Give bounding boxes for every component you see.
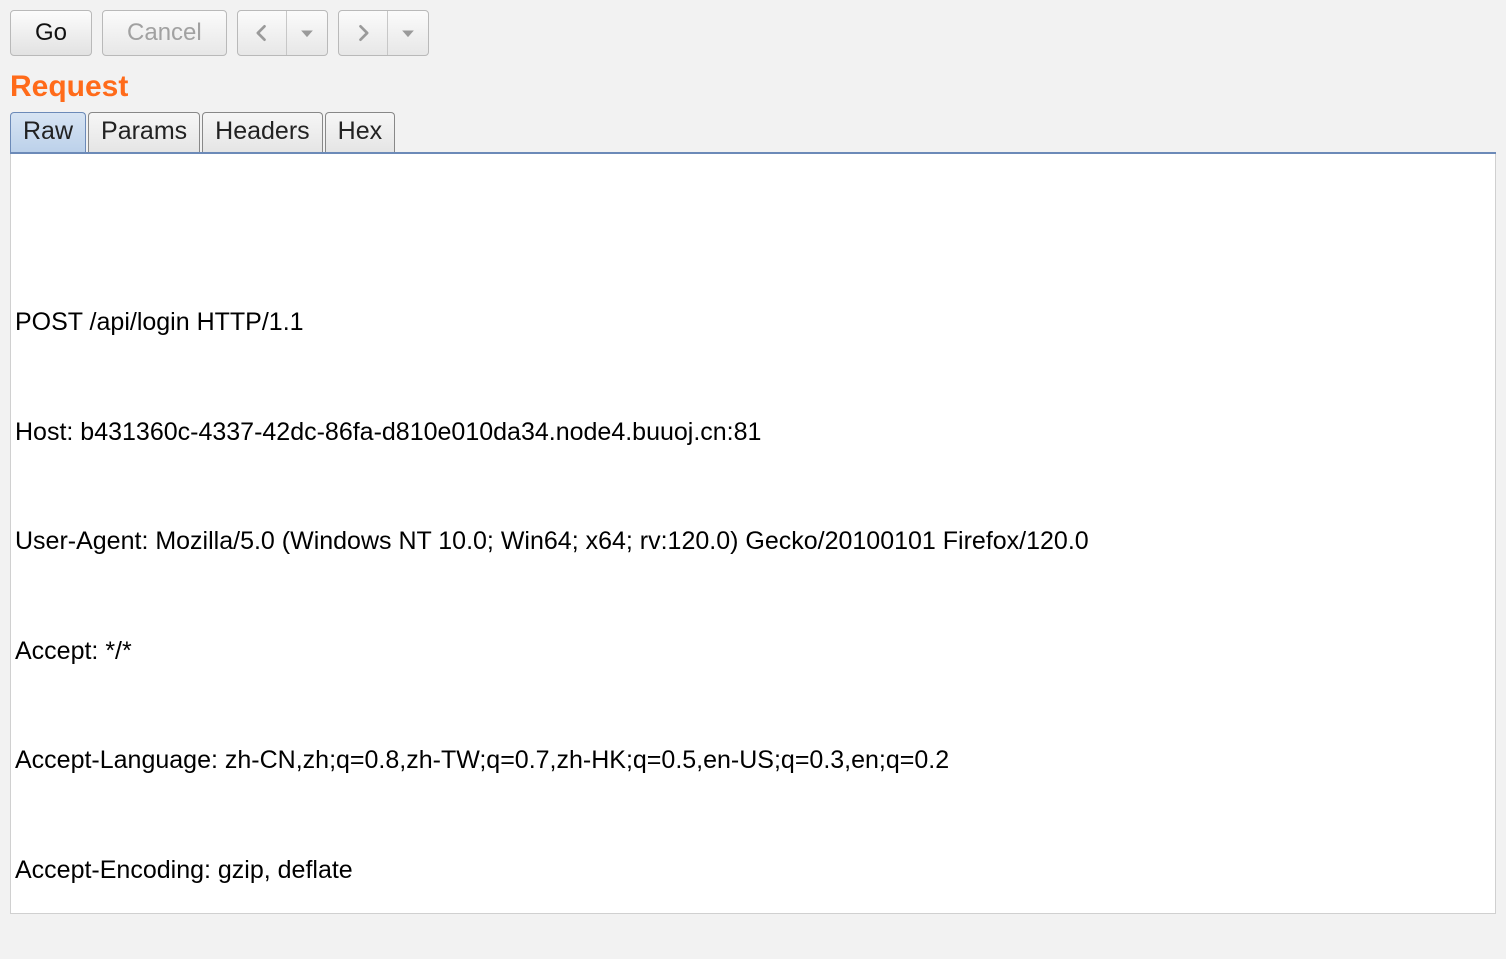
history-back-menu-button[interactable] (286, 11, 327, 55)
request-header-line: Accept-Encoding: gzip, deflate (15, 852, 1491, 889)
history-back-button[interactable] (238, 11, 286, 55)
tabs: Raw Params Headers Hex (10, 112, 1496, 154)
caret-down-icon (398, 23, 418, 43)
tab-params[interactable]: Params (88, 112, 200, 152)
chevron-right-icon (353, 23, 373, 43)
request-editor[interactable]: POST /api/login HTTP/1.1 Host: b431360c-… (10, 154, 1496, 914)
caret-down-icon (297, 23, 317, 43)
section-title: Request (10, 70, 1496, 104)
tab-hex[interactable]: Hex (325, 112, 395, 152)
request-line: POST /api/login HTTP/1.1 (15, 304, 1491, 341)
tab-raw[interactable]: Raw (10, 112, 86, 152)
history-forward-button[interactable] (339, 11, 387, 55)
toolbar: Go Cancel (10, 10, 1496, 56)
request-header-line: Host: b431360c-4337-42dc-86fa-d810e010da… (15, 414, 1491, 451)
chevron-left-icon (252, 23, 272, 43)
history-forward-group (338, 10, 429, 56)
tab-headers[interactable]: Headers (202, 112, 323, 152)
go-button[interactable]: Go (10, 10, 92, 56)
request-header-line: Accept-Language: zh-CN,zh;q=0.8,zh-TW;q=… (15, 742, 1491, 779)
request-header-line: User-Agent: Mozilla/5.0 (Windows NT 10.0… (15, 523, 1491, 560)
history-forward-menu-button[interactable] (387, 11, 428, 55)
history-back-group (237, 10, 328, 56)
cancel-button[interactable]: Cancel (102, 10, 227, 56)
request-header-line: Accept: */* (15, 633, 1491, 670)
